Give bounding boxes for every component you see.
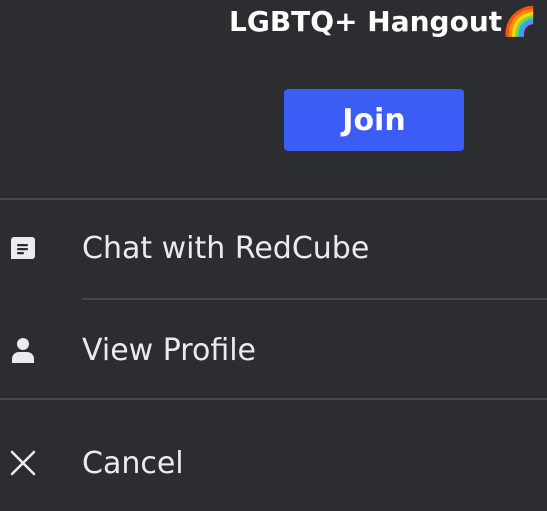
menu-item-label: View Profile (82, 332, 257, 368)
join-button[interactable]: Join (284, 89, 464, 151)
person-icon (8, 335, 38, 365)
menu-item-label: Cancel (82, 445, 184, 481)
menu-item-label: Chat with RedCube (82, 230, 370, 266)
divider (82, 298, 547, 300)
server-title: LGBTQ+ Hangout🌈 (229, 5, 537, 38)
menu-item-chat[interactable]: Chat with RedCube (0, 200, 547, 296)
menu-item-view-profile[interactable]: View Profile (0, 302, 547, 398)
menu-item-cancel[interactable]: Cancel (0, 415, 547, 511)
chat-bubble-icon (8, 233, 38, 263)
close-icon (8, 448, 38, 478)
divider (0, 398, 547, 400)
